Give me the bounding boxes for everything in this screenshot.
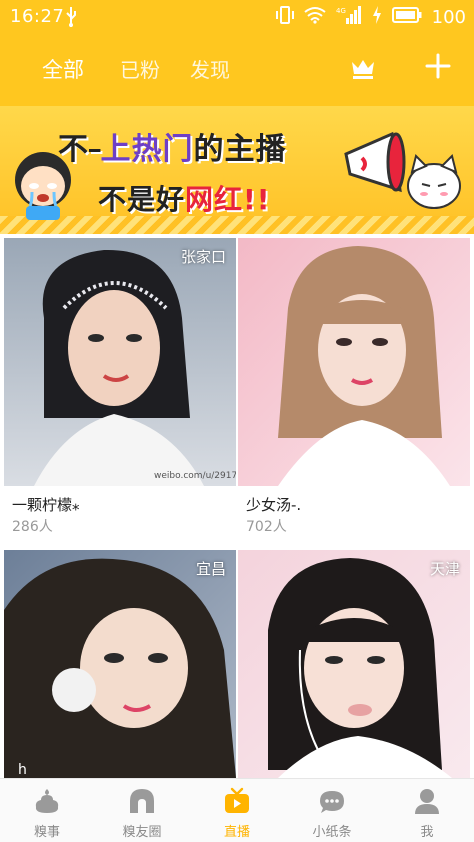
battery-level: 100 bbox=[431, 7, 466, 28]
stream-thumbnail[interactable] bbox=[238, 238, 470, 486]
charging-icon bbox=[372, 6, 382, 29]
streamer-name: 少女汤-. bbox=[246, 496, 302, 514]
battery-icon bbox=[391, 7, 422, 28]
bottom-tab-label: 糗友圈 bbox=[122, 825, 162, 840]
tab-discover[interactable]: 发现 bbox=[190, 54, 230, 83]
banner-line-1: 不 上热门的主播 bbox=[58, 124, 286, 168]
crown-icon[interactable] bbox=[350, 58, 376, 84]
top-bar: 16:27 4G 100 全部 已粉 发现 bbox=[0, 0, 474, 106]
banner-line2-c: !! bbox=[243, 183, 271, 216]
stream-thumbnail[interactable]: 天津 bbox=[238, 550, 470, 778]
cat-illustration bbox=[402, 152, 466, 220]
stream-city: 宜昌 bbox=[195, 560, 226, 578]
banner-line2-b: 网红 bbox=[185, 183, 244, 216]
cell-signal-icon: 4G bbox=[336, 6, 362, 29]
banner-line2-a: 不是好 bbox=[98, 183, 186, 216]
person-icon bbox=[413, 787, 441, 815]
status-icons: 4G 100 bbox=[275, 6, 466, 29]
bottom-tab-live[interactable]: 直播 bbox=[190, 779, 284, 842]
poop-icon bbox=[33, 787, 61, 815]
bottom-tab-me[interactable]: 我 bbox=[380, 779, 474, 842]
banner-line1-b: 上热门 bbox=[100, 132, 194, 167]
bottom-tab-messages[interactable]: 小纸条 bbox=[285, 779, 379, 842]
crying-girl-illustration bbox=[12, 146, 74, 226]
stream-city: 张家口 bbox=[180, 248, 226, 266]
stream-card[interactable]: h 宜昌 bbox=[4, 550, 236, 778]
streamer-name: 一颗柠檬⁎ bbox=[12, 496, 80, 514]
bottom-tab-label: 我 bbox=[420, 825, 434, 840]
vibrate-icon bbox=[275, 6, 294, 29]
bottom-tab-label: 小纸条 bbox=[312, 825, 352, 840]
chat-icon bbox=[318, 787, 346, 815]
megaphone-illustration bbox=[340, 128, 410, 202]
stream-thumbnail[interactable]: weibo.com/u/29173217 张家口 bbox=[4, 238, 236, 486]
bottom-tab-circle[interactable]: 糗友圈 bbox=[95, 779, 189, 842]
bubble-arch-icon bbox=[128, 787, 156, 815]
plus-icon[interactable] bbox=[424, 52, 452, 84]
tv-play-icon bbox=[223, 787, 251, 815]
stream-card[interactable]: 天津 bbox=[238, 550, 470, 778]
viewer-count: 702人 bbox=[246, 519, 287, 535]
banner-line1-c: 的主播 bbox=[193, 132, 287, 167]
svg-text:weibo.com/u/29173217: weibo.com/u/29173217 bbox=[154, 471, 236, 481]
status-bar: 16:27 4G 100 bbox=[0, 0, 474, 34]
bottom-tab-label: 糗事 bbox=[33, 825, 60, 840]
tab-all[interactable]: 全部 bbox=[42, 54, 84, 84]
status-time: 16:27 bbox=[10, 6, 65, 27]
banner-line-2: 不是好网红!! bbox=[98, 178, 271, 218]
bottom-nav: 糗事 糗友圈 直播 小纸条 我 bbox=[0, 778, 474, 842]
wifi-icon bbox=[304, 6, 326, 29]
bottom-tab-qiushi[interactable]: 糗事 bbox=[0, 779, 94, 842]
promo-banner[interactable]: 不 上热门的主播 不是好网红!! bbox=[0, 106, 474, 234]
viewer-count: 286人 bbox=[12, 519, 53, 535]
tab-followed[interactable]: 已粉 bbox=[120, 54, 160, 83]
bottom-tab-label: 直播 bbox=[223, 825, 250, 840]
stream-thumbnail[interactable]: h 宜昌 bbox=[4, 550, 236, 778]
svg-text:h: h bbox=[18, 762, 27, 778]
stream-city: 天津 bbox=[429, 560, 460, 578]
header-nav: 全部 已粉 发现 bbox=[0, 40, 474, 100]
usb-icon bbox=[64, 7, 78, 31]
signal-label: 4G bbox=[336, 7, 346, 15]
stream-card[interactable]: weibo.com/u/29173217 张家口 一颗柠檬⁎ 286人 bbox=[4, 238, 236, 546]
stream-card[interactable]: 少女汤-. 702人 bbox=[238, 238, 470, 546]
